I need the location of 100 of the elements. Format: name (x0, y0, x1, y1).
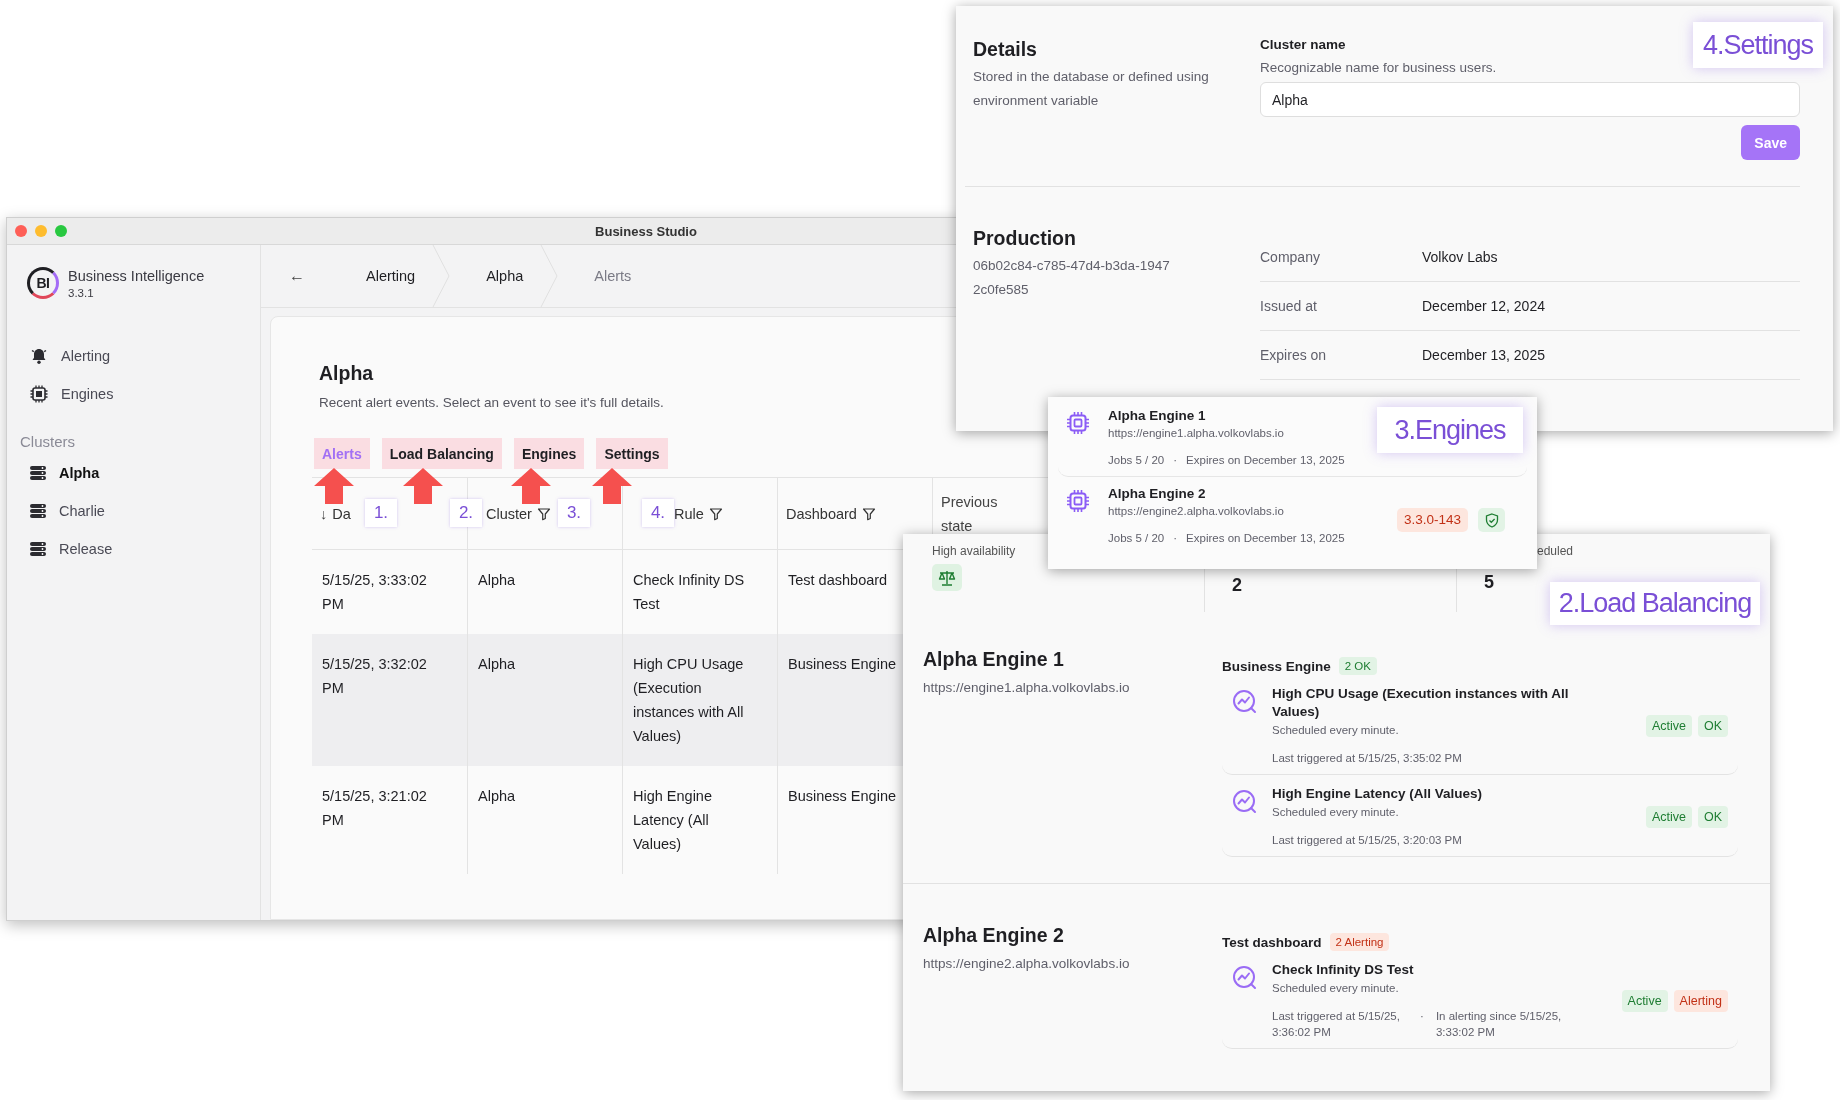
breadcrumb-item[interactable]: Alerting (331, 245, 432, 307)
rule-title: High Engine Latency (All Values) (1272, 785, 1484, 803)
pointer-arrow (511, 468, 551, 504)
cluster-item[interactable]: Release (29, 536, 113, 561)
callout-label: 4.Settings (1693, 22, 1823, 68)
cluster-name-field[interactable]: Alpha (1260, 82, 1800, 117)
app-name: Business Intelligence (68, 267, 205, 284)
filter-icon (708, 506, 723, 521)
stat-value: 2 (1232, 575, 1243, 596)
cluster-item[interactable]: Alpha (29, 460, 100, 485)
column-header[interactable]: Previous state (941, 489, 1022, 538)
table-cell: High CPU Usage (Execution instances with All Values) (622, 634, 777, 766)
breadcrumb-item[interactable]: Alpha (451, 245, 540, 307)
engine-url: https://engine1.alpha.volkovlabs.io (922, 680, 1131, 695)
window-title: Business Studio (595, 223, 697, 239)
engine-name: Alpha Engine 2 (922, 924, 1065, 947)
app-logo: BI (27, 267, 59, 299)
server-icon (29, 540, 47, 557)
section-title: Production (973, 227, 1077, 250)
dashboard-name: Business Engine (1222, 658, 1331, 674)
field-label: Expires on (1260, 347, 1328, 363)
jobs-count: Jobs 5 / 20 (1108, 532, 1165, 544)
version-badge: 3.3.0-143 (1396, 508, 1468, 532)
table-cell: Alpha (467, 766, 622, 874)
zoom-button[interactable] (55, 225, 67, 237)
tab[interactable]: Load Balancing (381, 438, 502, 469)
rule-schedule: Scheduled every minute. (1272, 806, 1400, 818)
engine-name: Alpha Engine 1 (1108, 408, 1207, 423)
callout-label: 3.Engines (1377, 407, 1523, 453)
balance-scale-icon (932, 564, 962, 591)
status-badge: Active (1621, 989, 1668, 1012)
separator-dot: · (1420, 1009, 1424, 1024)
rule-card[interactable]: High Engine Latency (All Values) Scheduled every minute. Last triggered at 5/15/25, 3:20:03 PM Active OK (1222, 775, 1738, 857)
engine-url: https://engine2.alpha.volkovlabs.io (1108, 505, 1285, 517)
engine-url: https://engine1.alpha.volkovlabs.io (1108, 427, 1285, 439)
separator-dot: · (1173, 454, 1178, 466)
field-label: Company (1260, 249, 1321, 265)
column-header[interactable]: Cluster (486, 505, 532, 522)
rule-card[interactable]: High CPU Usage (Execution instances with All Values) Scheduled every minute. Last triggered at 5/15/25, 3:35:02 PM Active OK (1222, 675, 1738, 775)
status-badge: Active (1645, 805, 1692, 828)
rule-title: Check Infinity DS Test (1272, 961, 1415, 979)
last-triggered: Last triggered at 5/15/25, 3:36:02 PM (1272, 1009, 1401, 1040)
tab[interactable]: Engines (513, 438, 585, 469)
rule-title: High CPU Usage (Execution instances with All Values) (1272, 685, 1570, 721)
app-version: 3.3.1 (68, 286, 95, 299)
alerting-since: In alerting since 5/15/25, 3:33:02 PM (1435, 1009, 1563, 1040)
callout-label: 2.Load Balancing (1550, 582, 1760, 625)
table-cell-text: 5/15/25, 3:32:02 PM (321, 655, 428, 698)
stat-value: 5 (1484, 572, 1495, 593)
expiry-date: Expires on December 13, 2025 (1186, 532, 1345, 544)
breadcrumb-item[interactable]: Alerts (559, 245, 648, 307)
back-button[interactable]: ← (261, 245, 331, 307)
cluster-item[interactable]: Charlie (29, 498, 105, 523)
chart-bubble-icon (1232, 965, 1258, 991)
nav-item[interactable]: Engines (29, 381, 114, 406)
stat-label: eduled (1537, 544, 1575, 558)
minimize-button[interactable] (35, 225, 47, 237)
last-triggered: Last triggered at 5/15/25, 3:35:02 PM (1272, 751, 1462, 766)
field-value: December 13, 2025 (1422, 347, 1546, 363)
license-id: 06b02c84-c785-47d4-b3da-19472c0fe585 (973, 257, 1171, 299)
rule-schedule: Scheduled every minute. (1272, 982, 1400, 994)
column-header[interactable]: Da (332, 505, 351, 522)
engine-card[interactable]: Alpha Engine 2 https://engine2.alpha.volkovlabs.io Jobs 5 / 20 · Expires on December 13, 2025 3.3.0-143 (1058, 477, 1527, 554)
step-marker: 1. (365, 499, 397, 527)
section-title: Details (973, 38, 1038, 61)
close-button[interactable] (15, 225, 27, 237)
chip-icon (29, 383, 49, 404)
status-badge: Alerting (1673, 989, 1728, 1012)
field-value: December 12, 2024 (1422, 298, 1546, 314)
column-header[interactable]: Dashboard (786, 505, 857, 522)
chart-bubble-icon (1232, 789, 1258, 815)
filter-icon (861, 506, 876, 521)
table-cell: Alpha (467, 634, 622, 766)
step-marker: 3. (558, 499, 590, 527)
table-cell: High Engine Latency (All Values) (622, 766, 777, 874)
status-badge: 2 Alerting (1329, 933, 1390, 951)
nav-item[interactable]: Alerting (29, 343, 111, 368)
engine-url: https://engine2.alpha.volkovlabs.io (922, 956, 1131, 971)
section-heading: Clusters (20, 433, 76, 450)
chip-icon (1066, 489, 1090, 513)
filter-icon (536, 506, 551, 521)
tab[interactable]: Settings (596, 438, 668, 469)
engine-name: Alpha Engine 2 (1108, 486, 1207, 501)
status-badge: 2 OK (1338, 657, 1377, 675)
field-hint: Recognizable name for business users. (1260, 60, 1497, 75)
last-triggered: Last triggered at 5/15/25, 3:20:03 PM (1272, 833, 1462, 848)
server-icon (29, 464, 47, 481)
separator-dot: · (1173, 532, 1178, 544)
rule-card[interactable]: Check Infinity DS Test Scheduled every minute. Last triggered at 5/15/25, 3:36:02 PM · In alerting since 5/15/25, 3:33:02 PM Active Alerting (1222, 951, 1738, 1049)
sort-icon[interactable]: ↓ (320, 505, 328, 522)
jobs-count: Jobs 5 / 20 (1108, 454, 1165, 466)
field-value: Volkov Labs (1422, 249, 1499, 265)
section-description: Stored in the database or defined using environment variable (973, 68, 1210, 110)
table-row[interactable]: 5/15/25, 3:32:02 PM Alpha High CPU Usage (Execution instances with All Values) Business Engine (312, 634, 904, 766)
pointer-arrow (314, 468, 354, 504)
status-badge: OK (1697, 805, 1728, 828)
table-cell-text: 5/15/25, 3:21:02 PM (321, 787, 428, 830)
field-label: Cluster name (1260, 37, 1346, 52)
table-cell-text: 5/15/25, 3:33:02 PM (321, 571, 428, 614)
column-header[interactable]: Rule (674, 505, 704, 522)
